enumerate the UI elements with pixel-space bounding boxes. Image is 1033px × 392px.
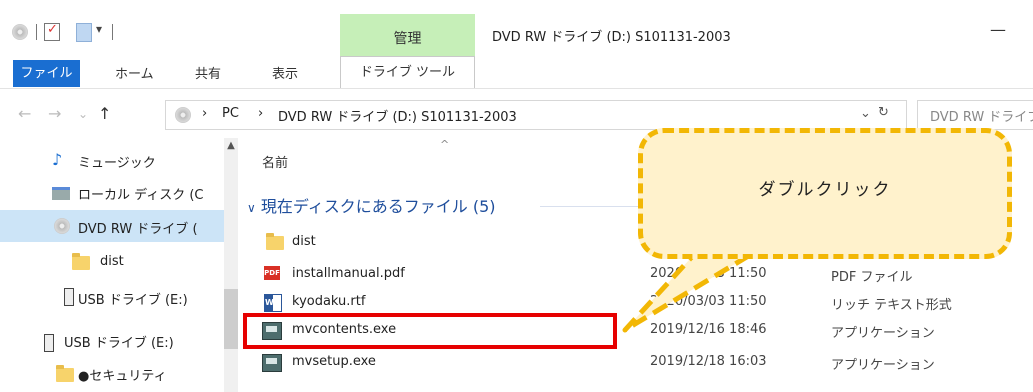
callout-text: ダブルクリック — [758, 180, 892, 200]
